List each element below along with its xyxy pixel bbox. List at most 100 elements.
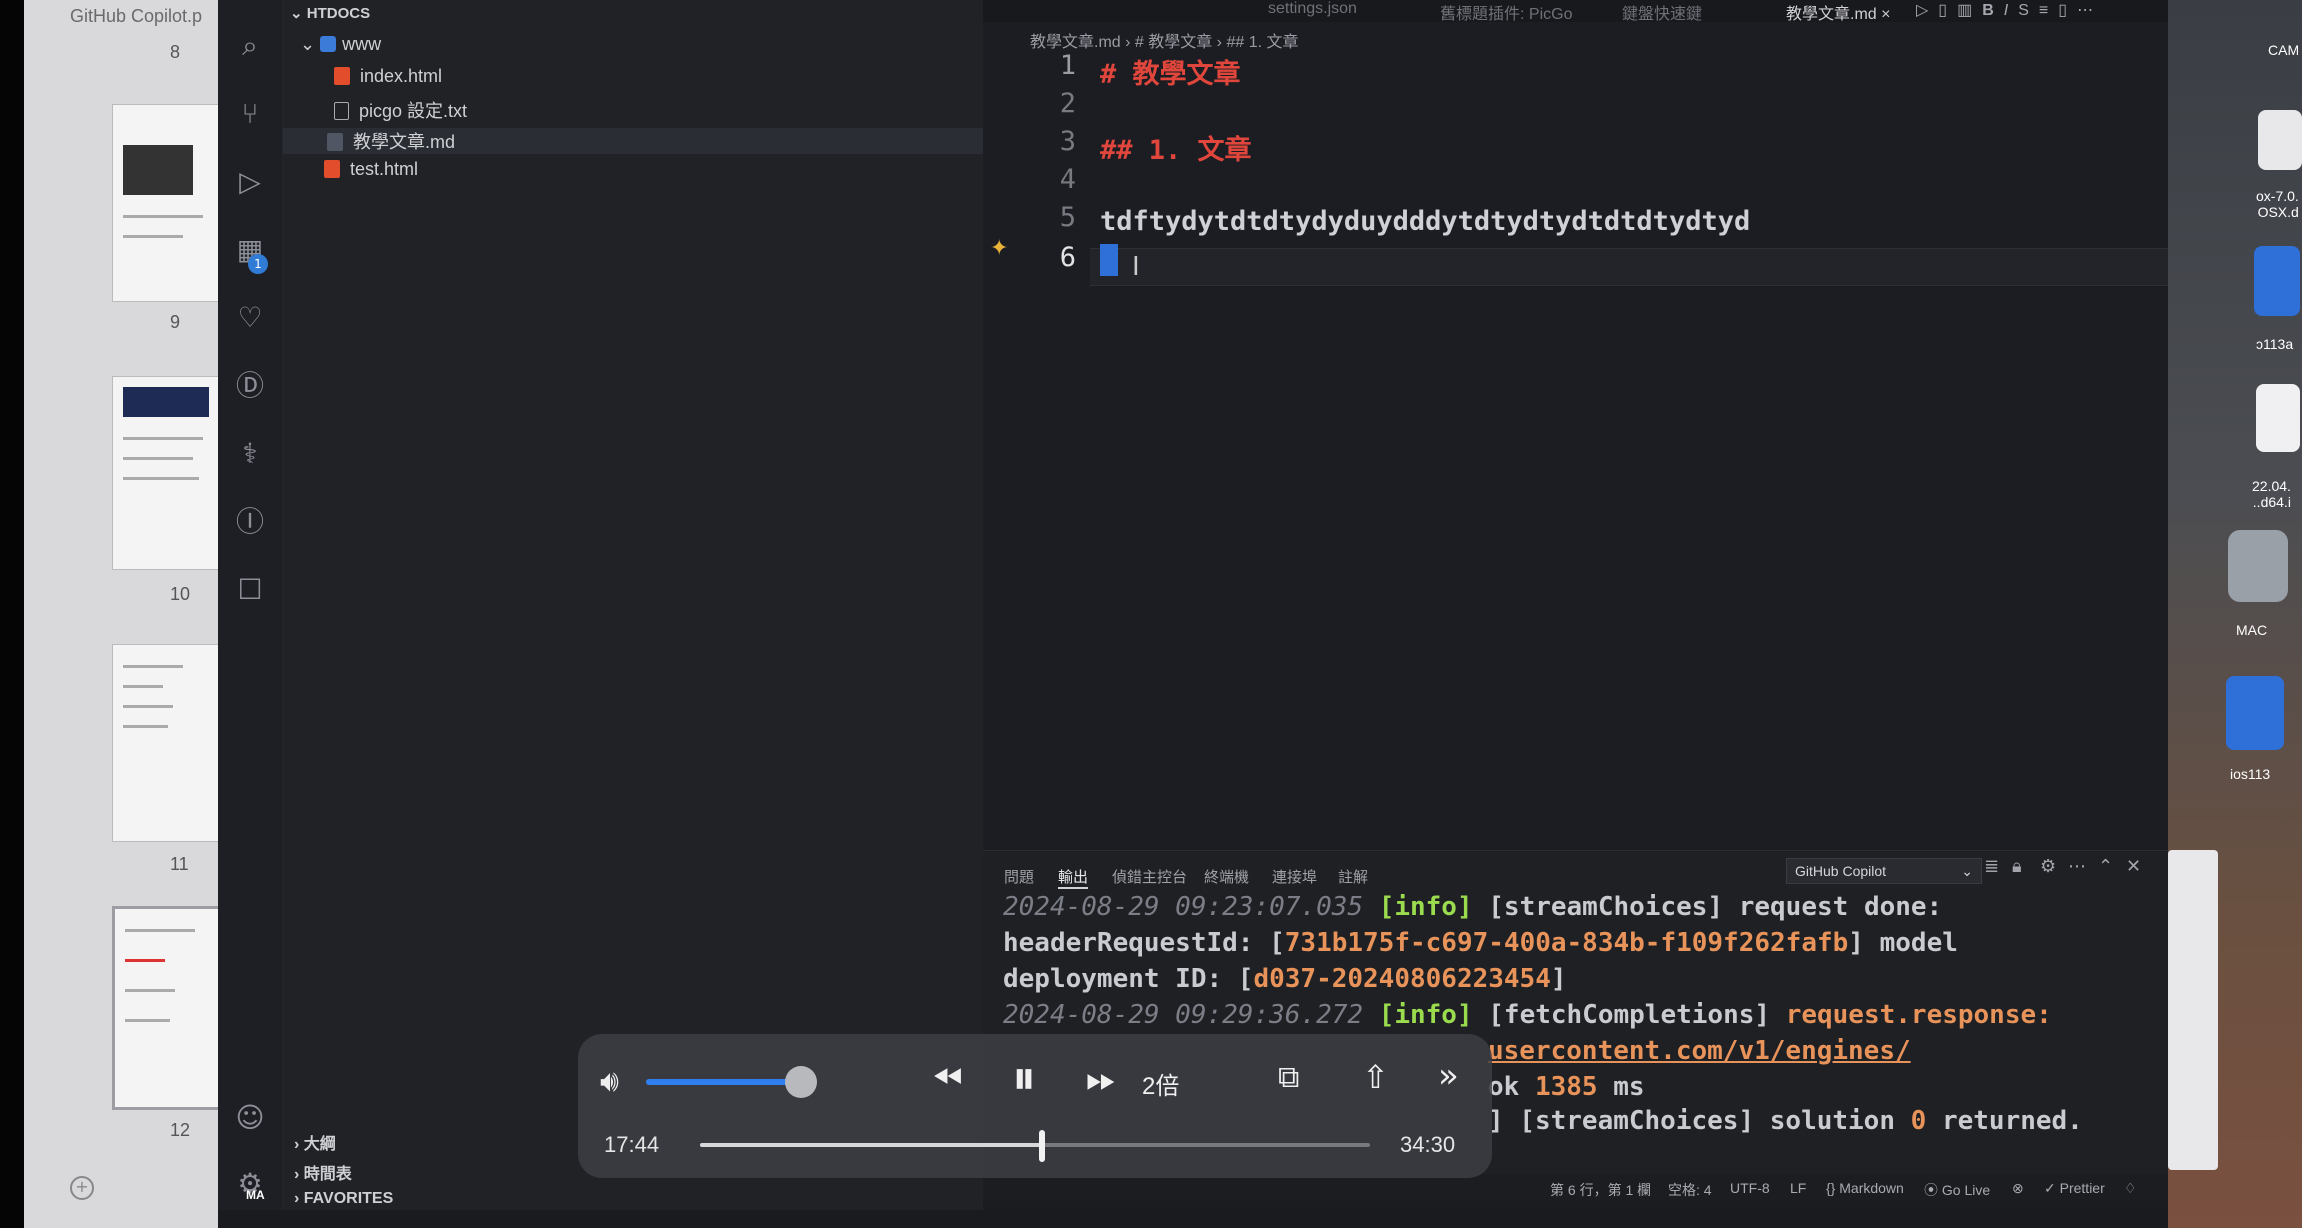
chevron-down-icon: ⌄: [1961, 863, 1973, 879]
source-control-icon[interactable]: ⑂: [232, 96, 268, 132]
explorer-root-label: HTDOCS: [306, 5, 371, 22]
go-live-label: Go Live: [1941, 1182, 1991, 1198]
copilot-sparkle-icon[interactable]: ✦: [990, 236, 1008, 261]
close-icon[interactable]: ✕: [2126, 856, 2141, 877]
current-line-highlight: [1090, 248, 2170, 286]
tab-label: settings.json: [1268, 0, 1357, 17]
log-solution-count: 0: [1910, 1106, 1927, 1136]
drive-icon[interactable]: [2228, 530, 2288, 602]
breadcrumb[interactable]: 教學文章.md › # 教學文章 › ## 1. 文章: [1030, 28, 1299, 52]
total-time: 34:30: [1400, 1132, 1456, 1157]
folder-icon: [320, 36, 337, 52]
list-filter-icon[interactable]: ≣: [1984, 856, 1999, 877]
tab-comments[interactable]: 註解: [1338, 866, 1368, 887]
more-chevron-icon[interactable]: »: [1438, 1056, 1459, 1096]
tab-output[interactable]: 輸出: [1058, 866, 1089, 889]
code-line[interactable]: ## 1. 文章: [1100, 128, 1252, 167]
explorer-root[interactable]: ⌄ HTDOCS: [290, 4, 370, 22]
usb-drive-icon[interactable]: [2254, 246, 2300, 316]
gear-icon[interactable]: ⚙: [2040, 856, 2056, 877]
close-icon[interactable]: ×: [1881, 6, 1890, 23]
indentation[interactable]: 空格: 4: [1668, 1180, 1712, 1200]
tab-picgo[interactable]: 舊標題插件: PicGo: [1440, 0, 1572, 24]
tab-ports[interactable]: 連接埠: [1272, 866, 1317, 887]
file-icon[interactable]: [2258, 110, 2302, 170]
fast-forward-icon[interactable]: ⏩︎: [1086, 1056, 1116, 1101]
chevron-up-icon[interactable]: ⌃: [2098, 856, 2113, 877]
speaker-icon[interactable]: 🔊︎: [600, 1064, 619, 1099]
run-debug-icon[interactable]: ▷: [232, 164, 268, 200]
account-icon[interactable]: ☺: [232, 1100, 268, 1136]
picture-in-picture-icon[interactable]: ⧉: [1278, 1060, 1299, 1095]
desktop-item-label: ɔ113a: [2256, 336, 2294, 352]
section-label: 大綱: [303, 1136, 336, 1153]
line-ending[interactable]: LF: [1790, 1180, 1806, 1196]
cursor-position[interactable]: 第 6 行，第 1 欄: [1550, 1180, 1651, 1200]
pdf-page-number: 12: [170, 1120, 191, 1140]
timeline-icon[interactable]: Ⓓ: [232, 368, 268, 404]
code-line[interactable]: # 教學文章: [1100, 52, 1241, 91]
background-window: [2168, 850, 2218, 1170]
channel-label: GitHub Copilot: [1795, 863, 1887, 879]
monitor-bezel: [0, 0, 24, 1228]
usb-drive-icon[interactable]: [2226, 676, 2284, 750]
tab-problems[interactable]: 問題: [1004, 866, 1034, 887]
notifications-icon[interactable]: ♢: [2124, 1180, 2137, 1197]
line-number: 3: [1059, 126, 1076, 157]
desktop-item-label: ox-7.0. OSX.d: [2256, 188, 2299, 220]
chat-icon[interactable]: ☐: [232, 572, 268, 608]
disk-image-icon[interactable]: [2256, 384, 2300, 452]
pdf-page-thumbnail[interactable]: [112, 376, 220, 570]
editor-toolbar[interactable]: ▷▯▥BIS≡▯⋯: [1916, 0, 2103, 20]
pdf-page-thumbnail[interactable]: [112, 644, 220, 842]
encoding[interactable]: UTF-8: [1730, 1180, 1770, 1196]
file-item[interactable]: picgo 設定.txt: [334, 97, 467, 123]
prettier-button[interactable]: ✓ Prettier: [2044, 1180, 2105, 1197]
tab-debug-console[interactable]: 偵錯主控台: [1112, 866, 1187, 887]
search-icon[interactable]: ⌕: [232, 28, 268, 64]
file-item-selected[interactable]: 教學文章.md: [283, 128, 983, 154]
file-label: test.html: [350, 159, 419, 179]
tab-active-md[interactable]: 教學文章.md ×: [1786, 0, 1890, 24]
code-line[interactable]: tdftydytdtdtydyduydddytdtydtydtdtdtydtyd: [1100, 206, 1750, 237]
log-message: ] [streamChoices] solution: [1488, 1106, 1911, 1136]
volume-slider-knob[interactable]: [785, 1066, 818, 1098]
tab-settings-json[interactable]: settings.json: [1268, 0, 1357, 18]
timeline-section[interactable]: › 時間表: [294, 1160, 352, 1184]
list-icon[interactable]: Ⓘ: [232, 504, 268, 540]
add-page-button[interactable]: +: [70, 1176, 94, 1200]
output-channel-select[interactable]: GitHub Copilot ⌄: [1786, 858, 1982, 884]
file-item[interactable]: index.html: [334, 66, 442, 87]
outline-section[interactable]: › 大綱: [294, 1130, 336, 1154]
log-level: [info]: [1378, 1000, 1473, 1030]
favorites-section[interactable]: › FAVORITES: [294, 1190, 393, 1208]
log-timestamp: 2024-08-29 09:23:07.035: [1003, 892, 1364, 922]
progress-knob[interactable]: [1038, 1130, 1045, 1162]
log-line: 2024-08-29 09:29:36.272 [info] [fetchCom…: [1003, 1000, 2052, 1030]
lock-icon[interactable]: 🔒︎: [2012, 856, 2022, 877]
log-message: ms: [1597, 1072, 1645, 1102]
pause-icon[interactable]: ⏸︎: [1012, 1050, 1036, 1107]
copilot-status-icon[interactable]: ⊗: [2012, 1180, 2024, 1197]
file-item[interactable]: test.html: [324, 159, 418, 180]
tab-keybindings[interactable]: 鍵盤快速鍵: [1622, 0, 1702, 24]
language-mode[interactable]: {} Markdown: [1826, 1180, 1904, 1196]
log-url[interactable]: usercontent.com/v1/engines/: [1488, 1036, 1911, 1066]
volume-slider-fill: [646, 1079, 802, 1085]
more-icon[interactable]: ⋯: [2068, 856, 2086, 877]
share-icon[interactable]: ⇧: [1362, 1058, 1389, 1096]
pdf-page-number: 11: [170, 854, 189, 874]
pdf-page-thumbnail[interactable]: [112, 104, 220, 302]
markdown-file-icon: [327, 133, 343, 151]
rewind-icon[interactable]: ⏪︎: [932, 1056, 962, 1101]
folder-www[interactable]: ⌄ www: [300, 34, 381, 55]
python-icon[interactable]: ⚕: [232, 436, 268, 472]
playback-speed[interactable]: 2倍: [1142, 1066, 1179, 1101]
desktop-item-label: MAC: [2236, 622, 2268, 638]
text-file-icon: [334, 102, 349, 120]
tab-terminal[interactable]: 終端機: [1204, 866, 1249, 887]
heart-icon[interactable]: ♡: [232, 300, 268, 336]
pdf-page-thumbnail[interactable]: [112, 906, 224, 1110]
go-live-button[interactable]: ⦿ Go Live: [1924, 1180, 1990, 1200]
log-line: ] [streamChoices] solution 0 returned.: [1488, 1106, 2083, 1136]
